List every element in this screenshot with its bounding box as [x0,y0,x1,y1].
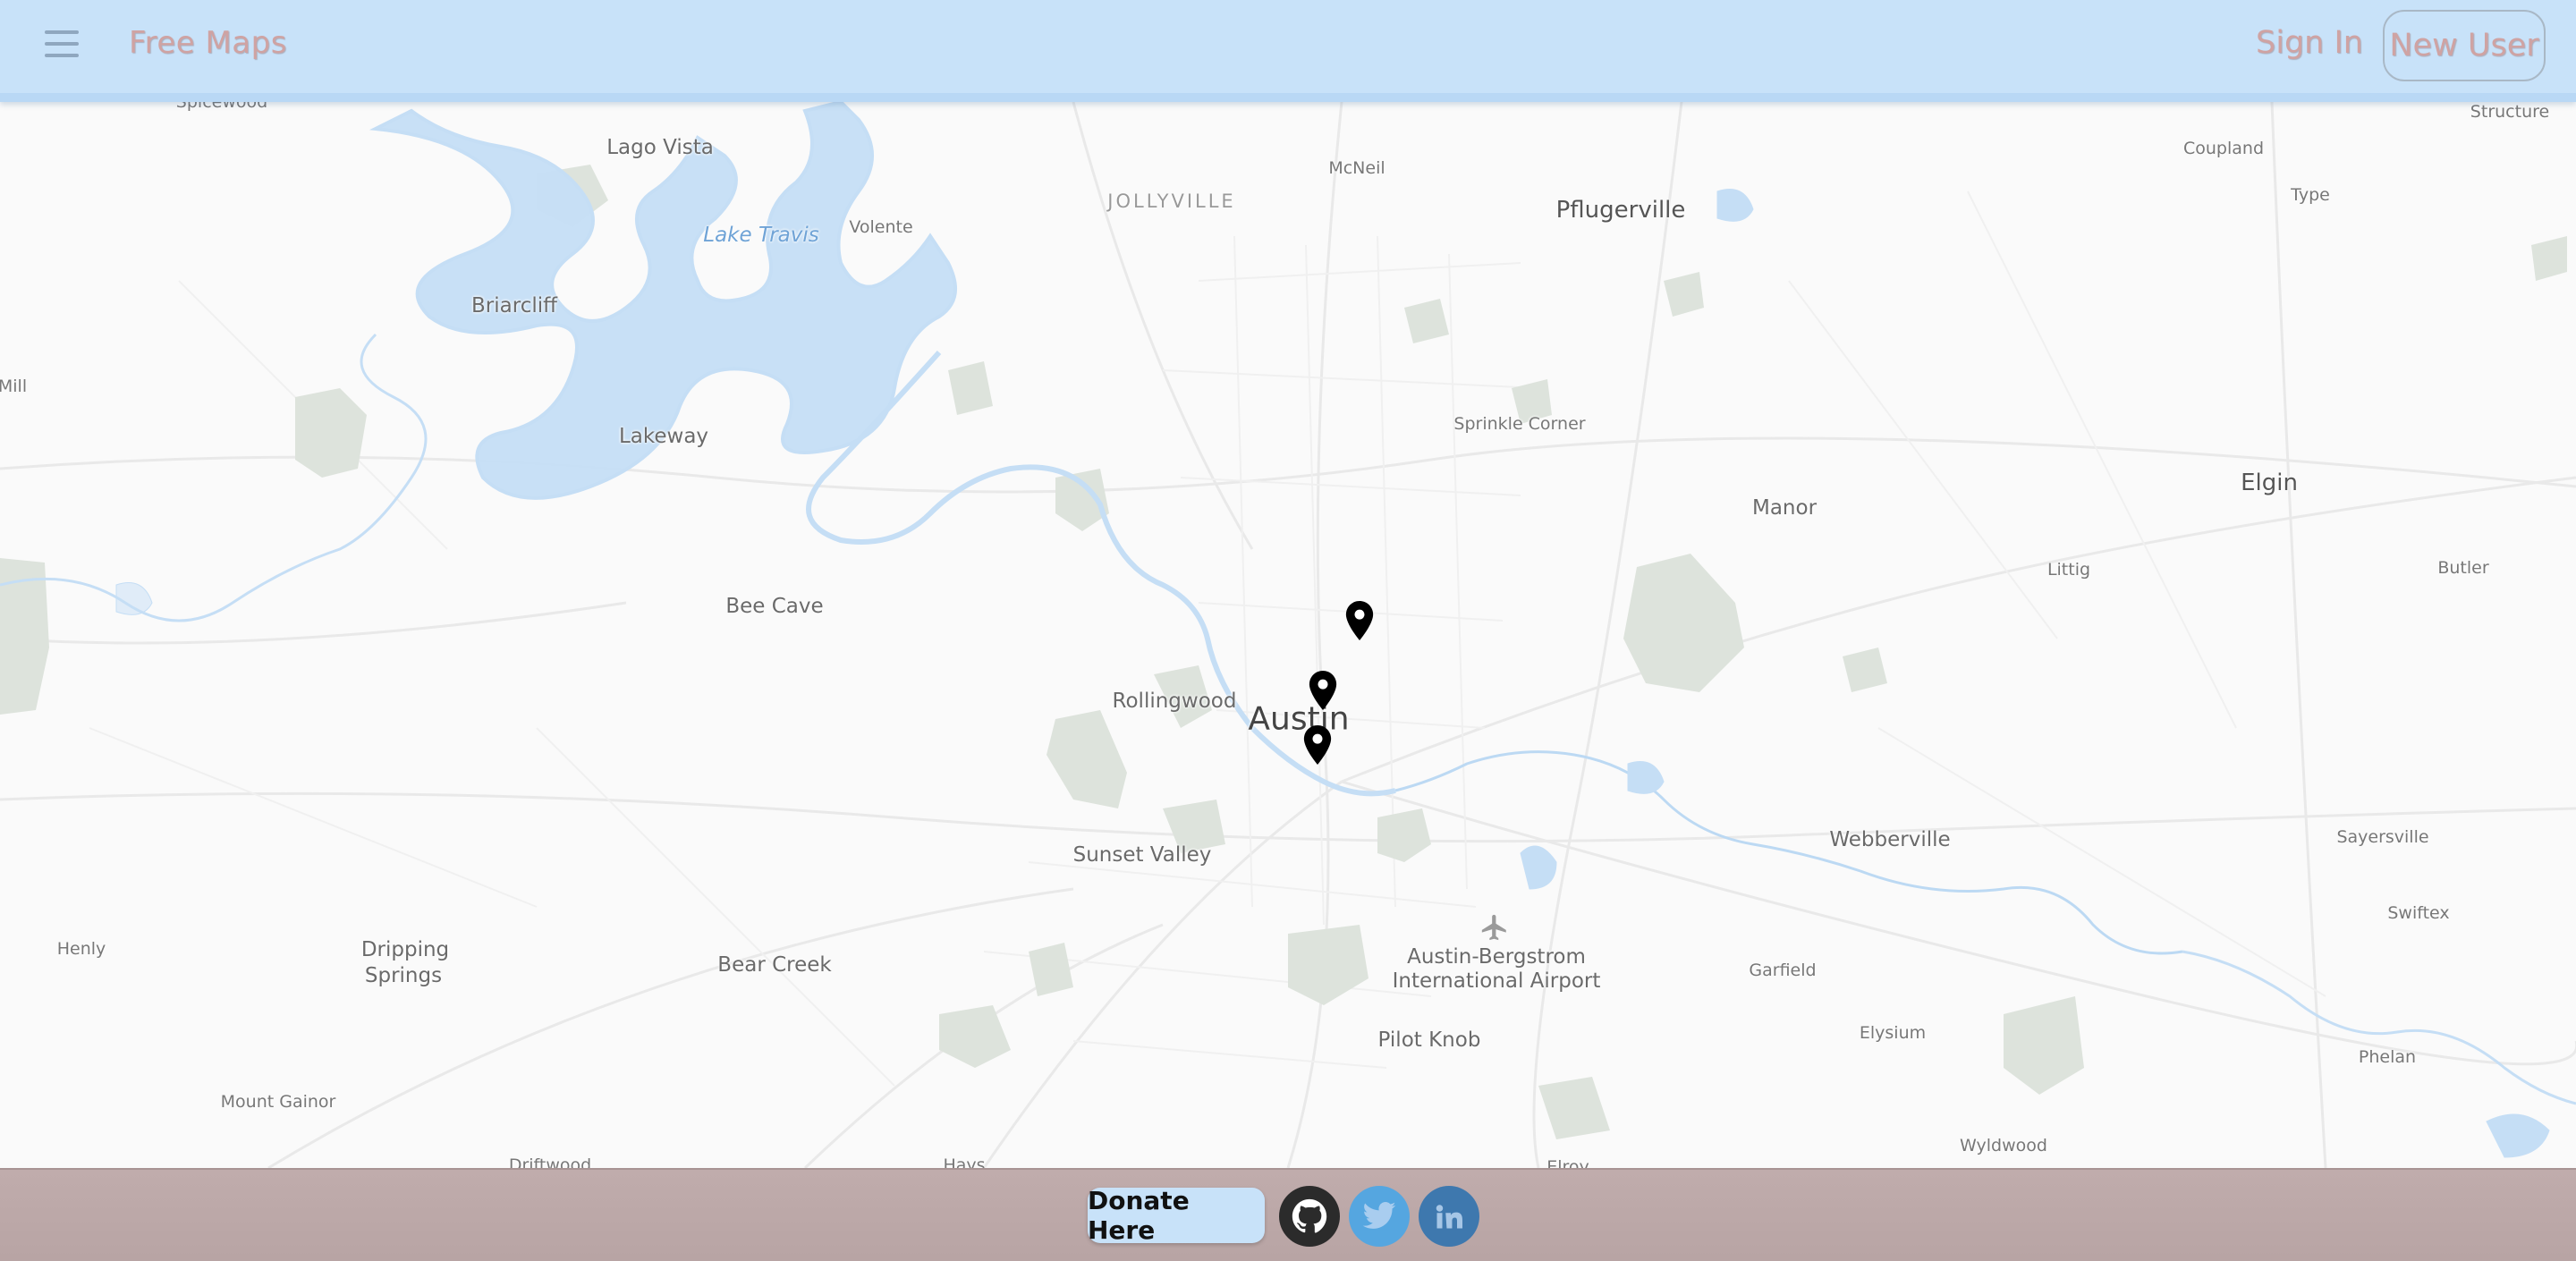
place-label: Lake Travis [703,224,819,247]
place-label: Austin-Bergstrom [1407,945,1586,969]
place-label: Briarcliff [471,294,557,317]
airport-icon [1481,914,1506,941]
place-label: Lakeway [618,425,709,448]
place-label: Sunset Valley [1072,843,1212,867]
donate-button[interactable]: Donate Here [1088,1186,1265,1245]
github-icon [1292,1198,1327,1233]
linkedin-icon [1436,1205,1462,1229]
place-label: Elroy [1546,1157,1589,1168]
place-label: Elysium [1859,1023,1927,1043]
linkedin-button[interactable] [1419,1186,1479,1247]
place-label: International Airport [1392,969,1601,993]
place-label: Wyldwood [1960,1136,2047,1155]
place-label: JOLLYVILLE [1107,190,1236,212]
map-basemap [0,102,2576,1168]
place-label: Lago Vista [606,136,714,159]
place-label: Webberville [1829,828,1951,851]
place-label: Type [2291,185,2330,205]
new-user-button[interactable]: New User [2383,10,2546,81]
place-label: Henly [56,939,106,959]
place-label: Mount Gainor [220,1092,336,1112]
place-label: Swiftex [2387,903,2450,923]
place-label: Pilot Knob [1377,1028,1481,1052]
place-label: Driftwood [508,1155,592,1168]
place-label: Phelan [2358,1047,2417,1067]
place-label: Spicewood [175,102,268,112]
place-label: Structure [2470,102,2550,122]
twitter-icon [1362,1202,1396,1229]
place-label: McNeil [1328,158,1385,178]
app-brand[interactable]: Free Maps [129,25,287,61]
place-label: Bear Creek [717,953,832,977]
place-label: Springs [364,964,443,987]
menu-icon[interactable] [45,30,82,59]
place-label: Pflugerville [1555,197,1686,224]
map-canvas[interactable]: Spicewood Lago Vista JOLLYVILLE McNeil P… [0,102,2576,1168]
place-label: Butler [2437,558,2489,578]
place-label: Manor [1751,496,1818,520]
place-label: Hays [943,1155,986,1168]
place-label: Garfield [1749,961,1817,980]
map-pin-icon[interactable] [1308,671,1338,710]
place-label: Littig [2046,560,2091,580]
map-pin-icon[interactable] [1344,601,1375,640]
place-label: Bee Cave [725,595,824,618]
place-label: Coupland [2182,139,2265,158]
place-label: Elgin [2241,470,2298,496]
sign-in-link[interactable]: Sign In [2256,25,2363,61]
place-label: Dripping [360,938,450,961]
github-button[interactable] [1279,1186,1340,1247]
place-label: Sayersville [2336,827,2429,847]
place-label: Rollingwood [1112,690,1237,713]
map-pin-icon[interactable] [1302,725,1333,765]
place-label: Volente [849,217,913,237]
place-label: Sprinkle Corner [1453,414,1586,434]
place-label: Mill [0,377,28,396]
twitter-button[interactable] [1349,1186,1410,1247]
footer-bar: Donate Here [0,1168,2576,1261]
top-app-bar: Free Maps Sign In New User [0,0,2576,102]
